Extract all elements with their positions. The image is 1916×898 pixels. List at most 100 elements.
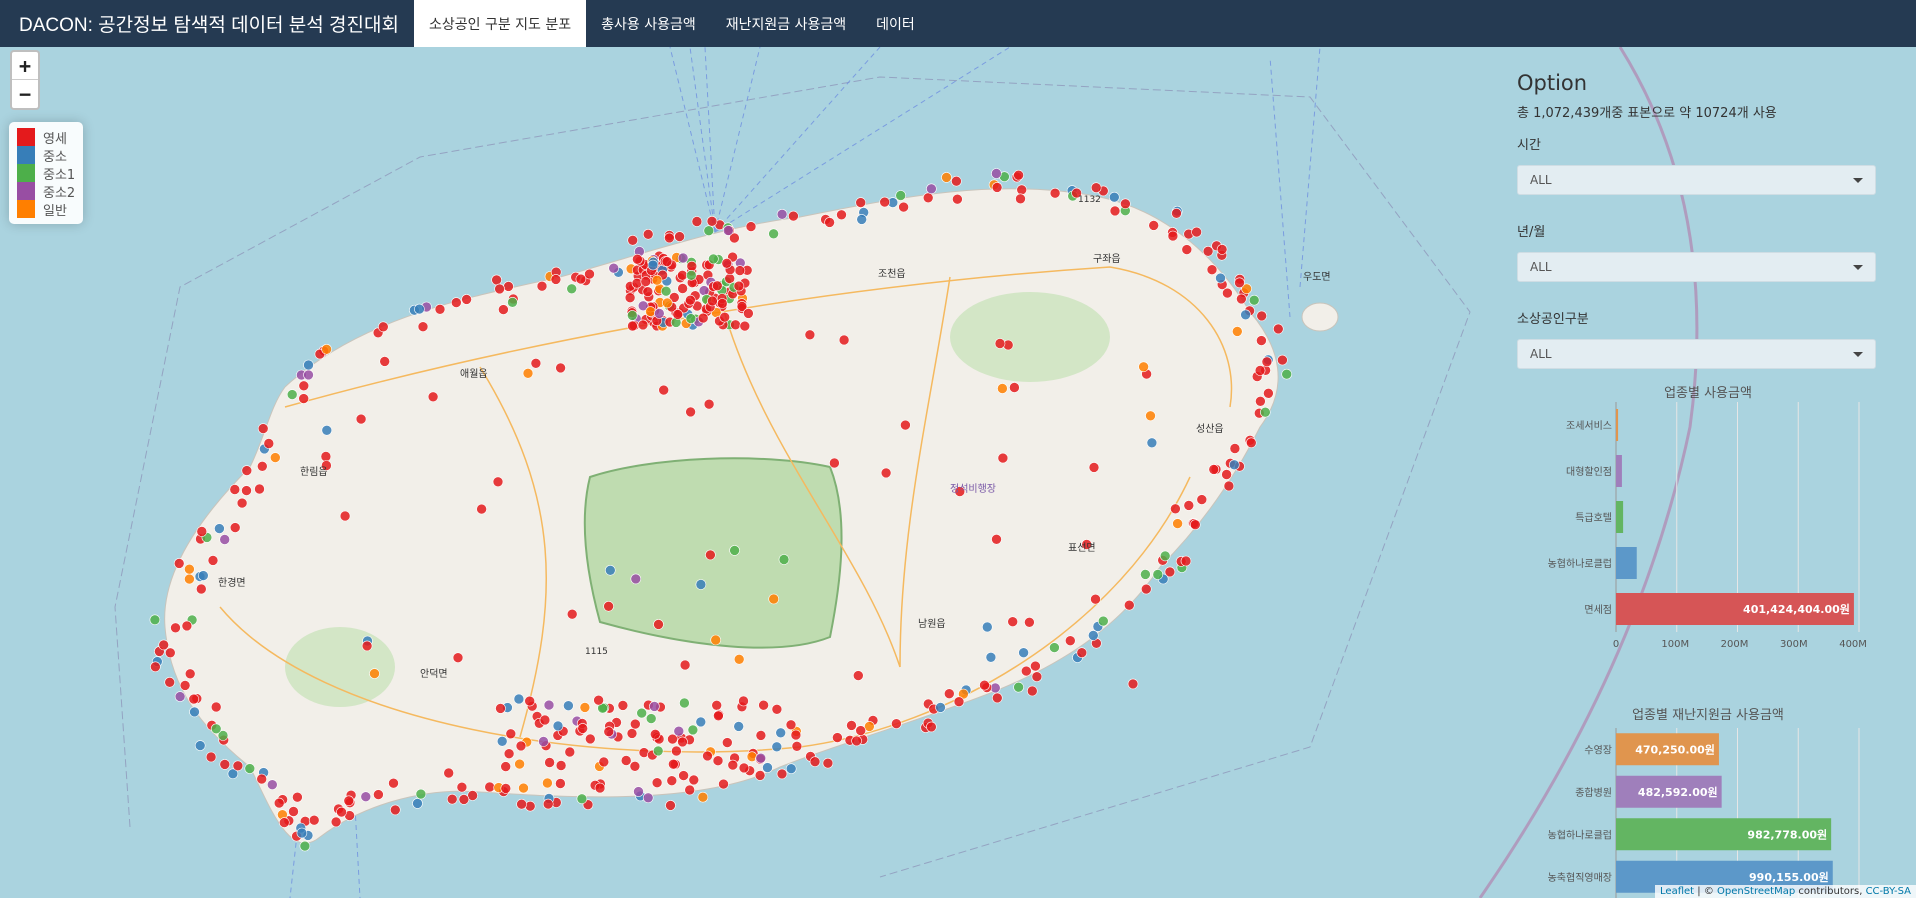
store-marker: [555, 778, 566, 789]
store-marker: [412, 798, 423, 809]
store-marker: [785, 719, 797, 731]
category-label: 조세서비스: [1566, 420, 1612, 432]
store-marker: [771, 703, 783, 715]
store-marker: [768, 593, 780, 605]
business-type-select[interactable]: ALL: [1517, 339, 1876, 369]
month-select[interactable]: ALL: [1517, 252, 1876, 282]
license-link[interactable]: CC-BY-SA: [1866, 886, 1911, 897]
store-marker: [716, 298, 728, 309]
leaflet-link[interactable]: Leaflet: [1660, 886, 1694, 897]
bar[interactable]: [1616, 409, 1619, 441]
store-marker: [577, 723, 589, 734]
store-marker: [664, 232, 675, 244]
zoom-in-button[interactable]: +: [12, 52, 38, 80]
store-marker: [991, 168, 1002, 179]
store-marker: [734, 265, 746, 276]
legend-item: 영세: [17, 128, 75, 147]
store-marker: [991, 533, 1002, 545]
store-marker: [674, 231, 685, 242]
legend-item: 중소: [17, 146, 75, 165]
store-marker: [492, 476, 504, 488]
store-marker: [733, 721, 745, 732]
bar[interactable]: [1616, 501, 1624, 533]
bar[interactable]: [1616, 455, 1622, 487]
tab-total-spending[interactable]: 총사용 사용금액: [586, 0, 711, 47]
business-type-select-value: ALL: [1530, 347, 1552, 361]
store-marker: [952, 193, 963, 205]
legend-swatch: [17, 182, 35, 200]
store-marker: [598, 756, 610, 768]
chart-title: 업종별 재난지원금 사용금액: [1632, 708, 1784, 723]
store-marker: [196, 526, 208, 537]
time-select[interactable]: ALL: [1517, 165, 1876, 195]
store-marker: [1148, 220, 1159, 231]
category-label: 대형할인점: [1566, 466, 1612, 478]
store-marker: [219, 759, 231, 770]
store-marker: [513, 693, 525, 705]
store-marker: [1234, 277, 1245, 289]
store-marker: [951, 175, 962, 187]
store-marker: [579, 702, 591, 713]
store-marker: [1090, 593, 1101, 605]
store-marker: [636, 707, 648, 719]
place-label: 정석비행장: [950, 483, 996, 495]
store-marker: [713, 710, 724, 722]
store-marker: [738, 762, 750, 774]
zoom-out-button[interactable]: −: [12, 80, 38, 108]
chevron-down-icon: [1853, 264, 1863, 270]
time-select-value: ALL: [1530, 173, 1552, 187]
osm-link[interactable]: OpenStreetMap: [1717, 886, 1795, 897]
store-marker: [229, 522, 241, 533]
store-marker: [979, 679, 990, 691]
store-marker: [729, 545, 740, 556]
store-marker: [555, 362, 566, 374]
store-marker: [518, 782, 529, 794]
store-marker: [165, 647, 176, 659]
place-label: 한경면: [218, 576, 246, 589]
store-marker: [686, 260, 698, 272]
store-marker: [822, 757, 834, 769]
store-marker: [181, 620, 193, 632]
store-marker: [1031, 671, 1043, 683]
store-marker: [434, 303, 446, 315]
store-marker: [1024, 616, 1035, 628]
store-marker: [498, 304, 509, 315]
bar[interactable]: [1616, 547, 1637, 579]
store-marker: [207, 555, 219, 566]
category-label: 농협하나로클럽: [1548, 828, 1612, 841]
store-marker: [733, 653, 745, 665]
store-marker: [604, 564, 616, 576]
tab-data[interactable]: 데이터: [861, 0, 930, 47]
store-marker: [667, 733, 678, 745]
store-marker: [491, 274, 502, 286]
store-marker: [711, 280, 723, 292]
store-marker: [632, 253, 643, 265]
store-marker: [1222, 287, 1233, 299]
store-marker: [838, 334, 850, 346]
category-label: 수영장: [1584, 744, 1612, 756]
store-marker: [286, 389, 298, 400]
udo-island: [1301, 302, 1339, 332]
store-marker: [150, 661, 161, 673]
store-marker: [727, 759, 739, 771]
forest-area: [950, 292, 1110, 382]
store-marker: [855, 725, 867, 736]
tab-map-distribution[interactable]: 소상공인 구분 지도 분포: [413, 0, 587, 47]
chart-svg: 수영장 470,250.00원종합병원 482,592.00원농협하나로클럽 982,…: [1548, 728, 1860, 898]
store-marker: [629, 760, 641, 772]
store-marker: [415, 788, 427, 800]
store-marker: [829, 457, 840, 469]
store-marker: [530, 357, 542, 369]
store-marker: [1281, 368, 1292, 380]
tab-relief-fund-spending[interactable]: 재난지원금 사용금액: [711, 0, 861, 47]
app-title[interactable]: DACON: 공간정보 탐색적 데이터 분석 경진대회: [0, 0, 414, 47]
store-marker: [1202, 246, 1214, 257]
store-marker: [922, 192, 934, 204]
store-marker: [552, 720, 564, 732]
store-marker: [755, 730, 767, 741]
store-marker: [308, 814, 320, 826]
store-marker: [1190, 519, 1201, 531]
store-marker: [633, 786, 644, 797]
store-marker: [617, 700, 629, 711]
store-marker: [417, 321, 429, 333]
